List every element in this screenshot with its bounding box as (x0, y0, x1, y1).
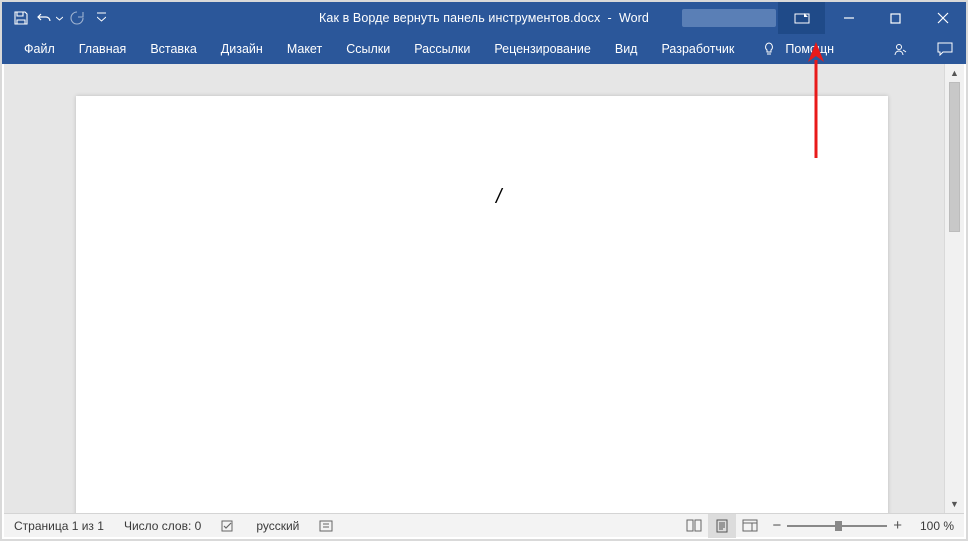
save-icon[interactable] (10, 7, 32, 29)
vertical-scrollbar[interactable]: ▲ ▼ (944, 64, 964, 513)
close-button[interactable] (919, 2, 966, 34)
maximize-button[interactable] (872, 2, 919, 34)
document-workspace: / ▲ ▼ (4, 64, 964, 513)
tab-review[interactable]: Рецензирование (482, 34, 603, 64)
ribbon-tabs: Файл Главная Вставка Дизайн Макет Ссылки… (2, 34, 966, 64)
status-word-count[interactable]: Число слов: 0 (114, 514, 211, 537)
tell-me-label: Помощн (785, 42, 834, 56)
web-layout-button[interactable] (736, 514, 764, 538)
scroll-up-arrow[interactable]: ▲ (945, 64, 964, 82)
status-bar: Страница 1 из 1 Число слов: 0 русский − … (4, 513, 964, 537)
comments-icon[interactable] (934, 38, 956, 60)
tab-design[interactable]: Дизайн (209, 34, 275, 64)
tab-home[interactable]: Главная (67, 34, 139, 64)
zoom-slider-track[interactable] (787, 525, 887, 527)
tab-file[interactable]: Файл (12, 34, 67, 64)
lightbulb-icon (758, 38, 780, 60)
minimize-button[interactable] (825, 2, 872, 34)
zoom-in-button[interactable]: + (893, 517, 902, 534)
tab-mailings[interactable]: Рассылки (402, 34, 482, 64)
zoom-level[interactable]: 100 % (910, 514, 964, 537)
undo-dropdown-icon[interactable] (54, 7, 64, 29)
print-layout-button[interactable] (708, 514, 736, 538)
tab-references[interactable]: Ссылки (334, 34, 402, 64)
text-cursor: / (496, 186, 502, 209)
title-filename: Как в Ворде вернуть панель инструментов.… (319, 11, 600, 25)
read-mode-button[interactable] (680, 514, 708, 538)
tab-developer[interactable]: Разработчик (649, 34, 746, 64)
tab-insert[interactable]: Вставка (138, 34, 208, 64)
tab-view[interactable]: Вид (603, 34, 650, 64)
titlebar: Как в Ворде вернуть панель инструментов.… (2, 2, 966, 34)
scrollbar-thumb[interactable] (949, 82, 960, 232)
status-spellcheck-icon[interactable] (211, 514, 246, 537)
zoom-slider-thumb[interactable] (835, 521, 842, 531)
qat-customize-icon[interactable] (90, 7, 112, 29)
account-placeholder[interactable] (682, 9, 776, 27)
zoom-slider[interactable]: − + (764, 517, 910, 534)
tell-me-field[interactable]: Помощн (746, 34, 846, 64)
document-area[interactable]: / (18, 64, 944, 513)
share-icon[interactable] (888, 38, 910, 60)
ruler-gutter (4, 64, 18, 513)
scroll-down-arrow[interactable]: ▼ (945, 495, 964, 513)
status-page[interactable]: Страница 1 из 1 (4, 514, 114, 537)
title-separator: - (600, 11, 619, 25)
undo-icon[interactable] (34, 7, 56, 29)
status-language[interactable]: русский (246, 514, 309, 537)
view-mode-buttons (680, 514, 764, 538)
tab-layout[interactable]: Макет (275, 34, 334, 64)
zoom-out-button[interactable]: − (772, 517, 781, 534)
document-page[interactable]: / (76, 96, 888, 513)
redo-icon[interactable] (66, 7, 88, 29)
quick-access-toolbar (10, 7, 112, 29)
title-appname: Word (619, 11, 649, 25)
window-controls (778, 2, 966, 34)
status-macros-icon[interactable] (309, 514, 344, 537)
ribbon-display-options-button[interactable] (778, 2, 825, 34)
